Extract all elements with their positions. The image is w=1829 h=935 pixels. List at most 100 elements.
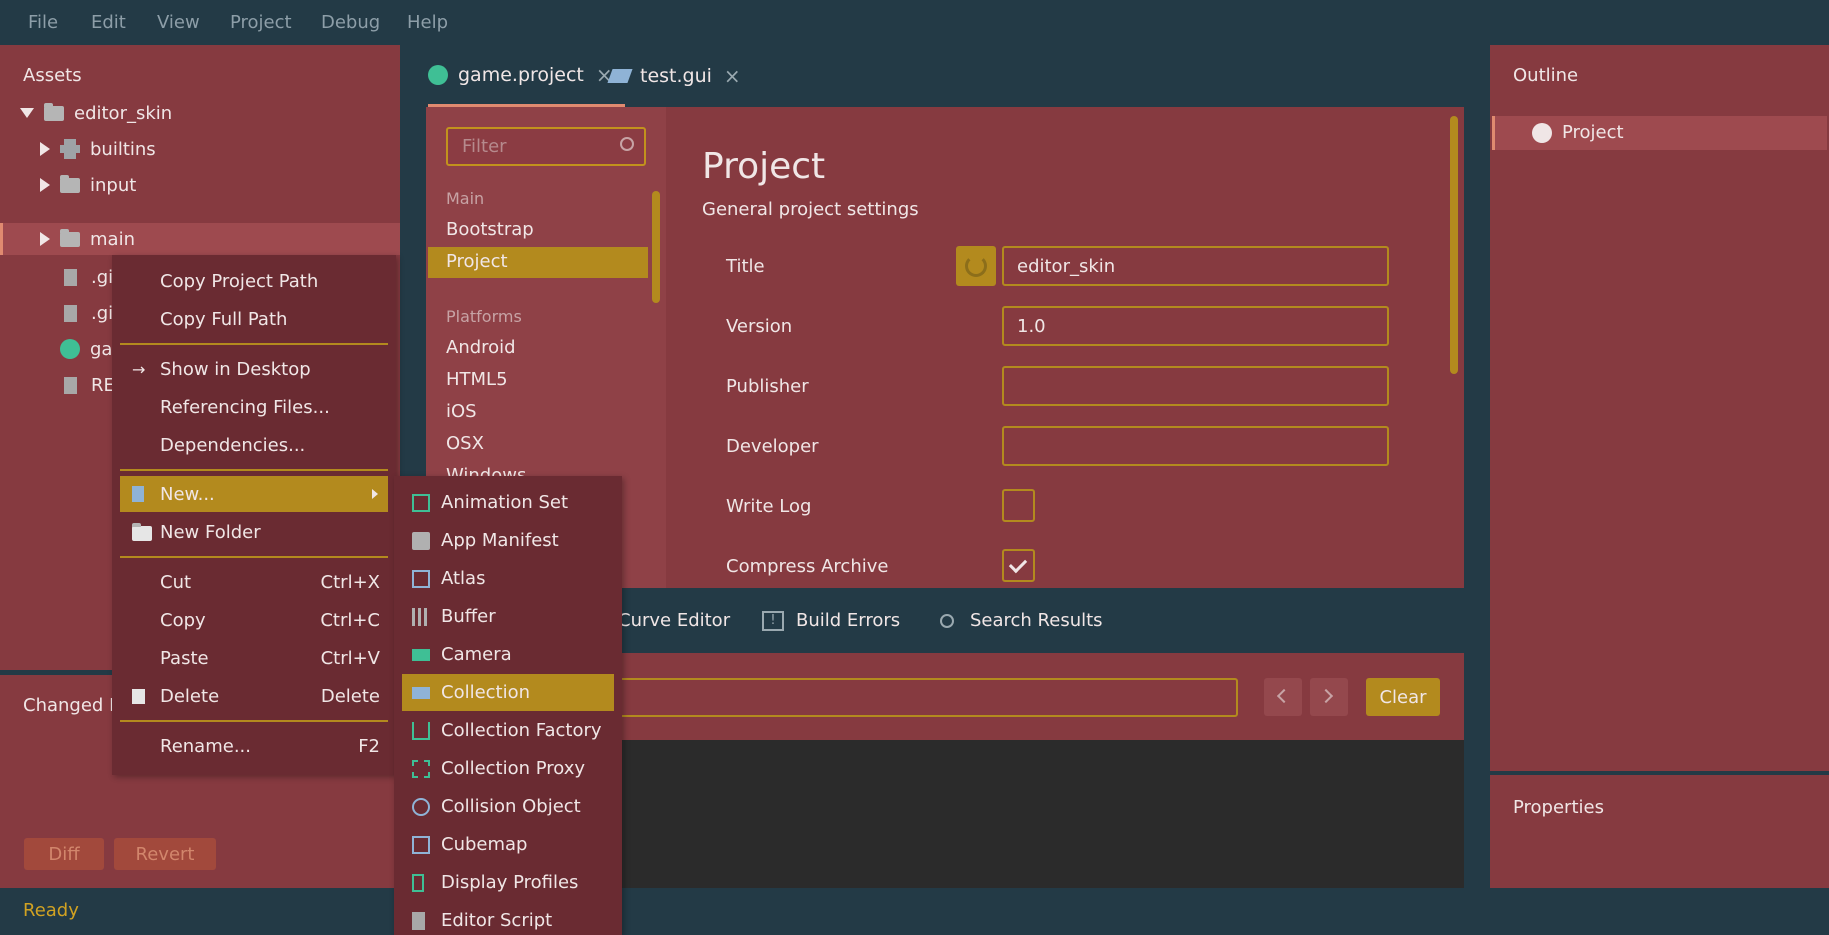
nav-item-ios[interactable]: iOS xyxy=(446,401,477,422)
menu-item-cut[interactable]: Cut Ctrl+X xyxy=(120,564,388,600)
tab-build-errors[interactable]: ! Build Errors xyxy=(762,610,900,631)
tree-item-file[interactable]: .gi xyxy=(64,297,113,329)
properties-title: Properties xyxy=(1513,797,1604,818)
menu-item-rename[interactable]: Rename... F2 xyxy=(120,728,388,764)
tree-item-file[interactable]: .gi xyxy=(64,261,113,293)
submenu-item-camera[interactable]: Camera xyxy=(402,636,614,673)
submenu-item-collection-factory[interactable]: Collection Factory xyxy=(402,712,614,749)
menu-item-copy-full-path[interactable]: Copy Full Path xyxy=(120,301,388,337)
nav-heading-platforms: Platforms xyxy=(446,307,522,326)
tree-item-label: .gi xyxy=(91,266,114,288)
menu-edit[interactable]: Edit xyxy=(91,12,126,33)
submenu-item-cubemap[interactable]: Cubemap xyxy=(402,826,614,863)
compress-archive-checkbox[interactable] xyxy=(1002,549,1035,582)
tree-item-label: editor_skin xyxy=(74,102,173,124)
menu-item-copy[interactable]: Copy Ctrl+C xyxy=(120,602,388,638)
menu-separator xyxy=(120,469,388,471)
submenu-item-app-manifest[interactable]: App Manifest xyxy=(402,522,614,559)
title-field[interactable]: editor_skin xyxy=(1002,246,1389,286)
menu-view[interactable]: View xyxy=(157,12,200,33)
chevron-right-icon[interactable] xyxy=(40,142,50,156)
tree-item-readme[interactable]: RE xyxy=(64,369,115,401)
folder-icon xyxy=(44,102,64,121)
file-icon xyxy=(64,304,77,322)
chevron-right-icon[interactable] xyxy=(40,178,50,192)
previous-button[interactable] xyxy=(1264,678,1302,716)
menu-separator xyxy=(120,720,388,722)
tab-search-results[interactable]: Search Results xyxy=(940,610,1103,631)
tab-game-project[interactable]: game.project × xyxy=(428,45,625,107)
tree-item-label: .gi xyxy=(91,302,114,324)
script-icon xyxy=(412,912,425,930)
nav-item-html5[interactable]: HTML5 xyxy=(446,369,508,390)
outline-item-project[interactable]: Project xyxy=(1492,116,1827,150)
field-label-write-log: Write Log xyxy=(726,496,812,517)
gear-icon xyxy=(428,64,448,85)
submenu-item-animation-set[interactable]: Animation Set xyxy=(402,484,614,521)
revert-button[interactable]: Revert xyxy=(114,838,216,870)
menu-item-show-in-desktop[interactable]: → Show in Desktop xyxy=(120,351,388,387)
submenu-item-display-profiles[interactable]: Display Profiles xyxy=(402,864,614,901)
proxy-icon xyxy=(412,760,430,778)
menu-separator xyxy=(120,556,388,558)
submenu-item-collection-proxy[interactable]: Collection Proxy xyxy=(402,750,614,787)
nav-item-android[interactable]: Android xyxy=(446,337,516,358)
alert-icon: ! xyxy=(762,610,784,631)
field-label-title: Title xyxy=(726,256,765,277)
shortcut-label: Ctrl+X xyxy=(320,571,380,593)
tab-label: game.project xyxy=(458,63,584,86)
tree-item-main[interactable]: main xyxy=(40,223,135,255)
outline-panel: Outline Project xyxy=(1490,45,1829,771)
film-icon xyxy=(412,494,430,512)
menu-file[interactable]: File xyxy=(28,12,58,33)
menu-debug[interactable]: Debug xyxy=(321,12,380,33)
menu-item-new-folder[interactable]: New Folder xyxy=(120,514,388,550)
tab-label: test.gui xyxy=(640,65,712,87)
menu-item-copy-project-path[interactable]: Copy Project Path xyxy=(120,263,388,299)
diff-button[interactable]: Diff xyxy=(24,838,104,870)
nav-item-osx[interactable]: OSX xyxy=(446,433,484,454)
filter-input[interactable]: Filter xyxy=(446,127,646,166)
tab-test-gui[interactable]: test.gui × xyxy=(607,45,741,107)
tree-item-input[interactable]: input xyxy=(40,169,136,201)
submenu-item-atlas[interactable]: Atlas xyxy=(402,560,614,597)
menu-help[interactable]: Help xyxy=(407,12,448,33)
close-icon[interactable]: × xyxy=(724,64,741,88)
new-submenu: Animation Set App Manifest Atlas Buffer … xyxy=(394,476,622,935)
file-icon xyxy=(64,376,77,394)
console-search-input[interactable] xyxy=(526,678,1238,717)
tab-curve-editor[interactable]: Curve Editor xyxy=(618,610,730,631)
cubemap-icon xyxy=(412,836,430,854)
nav-heading-main: Main xyxy=(446,189,485,208)
menu-item-referencing-files[interactable]: Referencing Files... xyxy=(120,389,388,425)
chevron-down-icon[interactable] xyxy=(20,108,34,118)
submenu-item-buffer[interactable]: Buffer xyxy=(402,598,614,635)
menu-item-paste[interactable]: Paste Ctrl+V xyxy=(120,640,388,676)
menu-project[interactable]: Project xyxy=(230,12,292,33)
version-field[interactable]: 1.0 xyxy=(1002,306,1389,346)
tree-item-game-project[interactable]: ga xyxy=(60,333,112,365)
write-log-checkbox[interactable] xyxy=(1002,489,1035,522)
reset-button[interactable] xyxy=(956,246,996,286)
clear-button[interactable]: Clear xyxy=(1366,678,1440,716)
next-button[interactable] xyxy=(1310,678,1348,716)
menu-item-delete[interactable]: Delete Delete xyxy=(120,678,388,714)
submenu-item-collection[interactable]: Collection xyxy=(402,674,614,711)
editor-tabbar: game.project × test.gui × xyxy=(402,45,1488,107)
chevron-right-icon[interactable] xyxy=(40,232,50,246)
menu-item-dependencies[interactable]: Dependencies... xyxy=(120,427,388,463)
developer-field[interactable] xyxy=(1002,426,1389,466)
publisher-field[interactable] xyxy=(1002,366,1389,406)
collision-icon xyxy=(412,798,430,816)
submenu-item-collision-object[interactable]: Collision Object xyxy=(402,788,614,825)
submenu-item-editor-script[interactable]: Editor Script xyxy=(402,902,614,935)
nav-item-bootstrap[interactable]: Bootstrap xyxy=(446,219,534,240)
layers-icon xyxy=(607,69,633,83)
editor-scrollbar[interactable] xyxy=(1450,116,1458,374)
menu-item-new[interactable]: New... xyxy=(120,476,388,512)
search-icon xyxy=(620,137,634,151)
nav-item-project[interactable]: Project xyxy=(446,251,508,272)
tree-item-builtins[interactable]: builtins xyxy=(40,133,156,165)
nav-scrollbar[interactable] xyxy=(652,191,660,303)
tree-item-editor-skin[interactable]: editor_skin xyxy=(20,97,172,129)
